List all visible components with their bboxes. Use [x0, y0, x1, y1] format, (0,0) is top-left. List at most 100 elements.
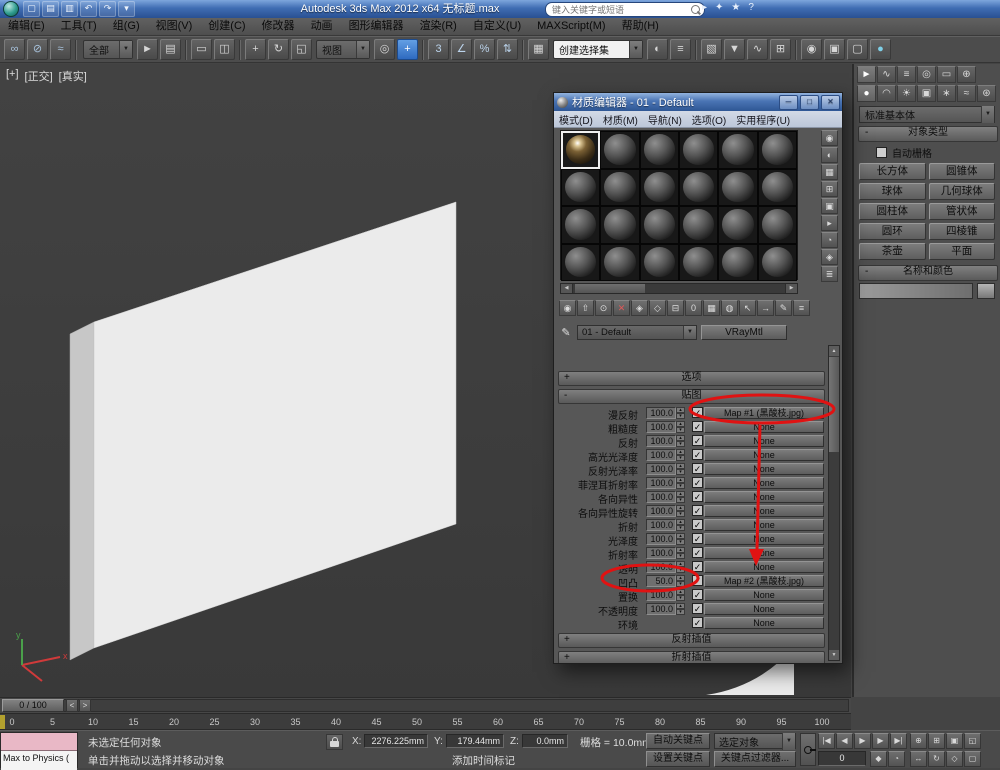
motion-tab-icon[interactable]: ◎ — [917, 66, 936, 83]
map-enable-checkbox[interactable]: ✓ — [692, 449, 703, 460]
selection-set-dropdown[interactable]: 选定对象 ▼ — [714, 732, 796, 750]
chevron-down-icon[interactable]: ▼ — [629, 41, 642, 58]
chevron-down-icon[interactable]: ▼ — [119, 41, 132, 58]
macro-recorder-field[interactable] — [1, 733, 77, 751]
display-tab-icon[interactable]: ▭ — [937, 66, 956, 83]
selection-lock-icon[interactable] — [326, 734, 343, 750]
object-type-button[interactable]: 圆锥体 — [928, 163, 995, 180]
chevron-down-icon[interactable]: ▼ — [782, 732, 795, 750]
spinner-down-icon[interactable]: ▾ — [676, 441, 685, 447]
set-key-button[interactable]: 设置关键点 — [646, 751, 710, 767]
geometry-category-icon[interactable]: ● — [857, 85, 876, 102]
material-sample-slot[interactable] — [561, 131, 601, 169]
object-type-button[interactable]: 圆环 — [859, 223, 926, 240]
material-map-browser-icon[interactable]: ≡ — [793, 300, 810, 316]
open-file-icon[interactable]: ▤ — [42, 1, 59, 17]
pick-material-icon[interactable]: ✎ — [559, 326, 573, 339]
menu-item[interactable]: 工具(T) — [53, 18, 105, 35]
material-editor-menu-item[interactable]: 选项(O) — [692, 112, 726, 127]
rollout-object-type[interactable]: - 对象类型 — [858, 126, 998, 142]
expand-icon[interactable]: + — [564, 634, 570, 645]
helpers-category-icon[interactable]: ∗ — [937, 85, 956, 102]
map-slot-button[interactable]: Map #2 (黑酸枝.jpg) — [704, 575, 824, 587]
lights-category-icon[interactable]: ☀ — [897, 85, 916, 102]
unlink-selection-icon[interactable]: ⊘ — [27, 39, 48, 60]
hierarchy-tab-icon[interactable]: ≡ — [897, 66, 916, 83]
next-frame-mini-button[interactable]: > — [79, 699, 91, 712]
map-enable-checkbox[interactable]: ✓ — [692, 533, 703, 544]
spinner-down-icon[interactable]: ▾ — [676, 539, 685, 545]
get-material-icon[interactable]: ◉ — [559, 300, 576, 316]
curve-editor-icon[interactable]: ∿ — [747, 39, 768, 60]
material-sample-slot[interactable] — [678, 206, 719, 244]
scroll-left-icon[interactable]: ◀ — [561, 284, 573, 293]
map-slot-button[interactable]: None — [704, 463, 824, 475]
viewport-general-menu[interactable]: [+] — [6, 68, 19, 84]
select-and-scale-icon[interactable]: ◱ — [291, 39, 312, 60]
menu-item[interactable]: 动画 — [303, 18, 341, 35]
category-dropdown[interactable]: 标准基本体 ▼ — [859, 106, 995, 123]
backlight-icon[interactable]: ◐ — [821, 147, 838, 163]
window-crossing-icon[interactable]: ◫ — [214, 39, 235, 60]
spinner-down-icon[interactable]: ▾ — [676, 427, 685, 433]
material-editor-icon[interactable]: ◉ — [801, 39, 822, 60]
material-sample-slot[interactable] — [678, 168, 719, 206]
fov-icon[interactable]: ◇ — [946, 751, 963, 767]
key-mode-toggle-icon[interactable]: ◆ — [870, 751, 887, 767]
scrollbar-thumb[interactable] — [575, 284, 645, 293]
map-slot-button[interactable]: None — [704, 505, 824, 517]
close-button[interactable]: ✕ — [821, 94, 840, 110]
menu-item[interactable]: 视图(V) — [148, 18, 201, 35]
selection-filter-dropdown[interactable]: 全部 ▼ — [83, 40, 133, 59]
spinner-down-icon[interactable]: ▾ — [676, 455, 685, 461]
menu-item[interactable]: 帮助(H) — [614, 18, 667, 35]
video-color-check-icon[interactable]: ▣ — [821, 198, 838, 214]
select-by-name-icon[interactable]: ▤ — [160, 39, 181, 60]
search-input[interactable] — [550, 3, 691, 16]
rendered-frame-icon[interactable]: ▢ — [847, 39, 868, 60]
show-map-in-viewport-icon[interactable]: ▦ — [703, 300, 720, 316]
material-editor-menu-item[interactable]: 模式(D) — [559, 112, 593, 127]
render-setup-icon[interactable]: ▣ — [824, 39, 845, 60]
spinner-down-icon[interactable]: ▾ — [676, 483, 685, 489]
map-slot-button[interactable]: None — [704, 449, 824, 461]
map-slot-button[interactable]: None — [704, 519, 824, 531]
material-sample-slot[interactable] — [639, 206, 679, 244]
material-id-channel-icon[interactable]: 0 — [685, 300, 702, 316]
map-enable-checkbox[interactable]: ✓ — [692, 561, 703, 572]
spinner-down-icon[interactable]: ▾ — [676, 609, 685, 615]
rollout-refract-interpolation[interactable]: + 折射插值 — [558, 651, 825, 663]
menu-item[interactable]: 渲染(R) — [412, 18, 465, 35]
percent-snap-icon[interactable]: % — [474, 39, 495, 60]
map-enable-checkbox[interactable]: ✓ — [692, 617, 703, 628]
scrollbar-thumb[interactable] — [829, 357, 839, 452]
spinner-down-icon[interactable]: ▾ — [676, 511, 685, 517]
go-to-end-button[interactable]: ▶| — [890, 733, 907, 749]
snaps-toggle-icon[interactable]: 3 — [428, 39, 449, 60]
collapse-icon[interactable]: - — [865, 266, 868, 278]
map-enable-checkbox[interactable]: ✓ — [692, 407, 703, 418]
new-file-icon[interactable]: ▢ — [23, 1, 40, 17]
spinner-down-icon[interactable]: ▾ — [676, 525, 685, 531]
rollout-scrollbar[interactable]: ▲ ▼ — [828, 345, 840, 661]
map-slot-button[interactable]: None — [704, 589, 824, 601]
viewport-shading-menu[interactable]: [真实] — [59, 68, 87, 84]
next-frame-button[interactable]: ▶ — [872, 733, 889, 749]
mirror-icon[interactable]: ◐ — [647, 39, 668, 60]
z-coord-field[interactable]: 0.0mm — [522, 734, 568, 748]
sample-slots-scrollbar[interactable]: ◀ ▶ — [560, 283, 798, 294]
map-slot-button[interactable]: None — [704, 561, 824, 573]
map-enable-checkbox[interactable]: ✓ — [692, 589, 703, 600]
go-to-start-button[interactable]: |◀ — [818, 733, 835, 749]
previous-frame-mini-button[interactable]: < — [66, 699, 78, 712]
spinner-down-icon[interactable]: ▾ — [676, 413, 685, 419]
wall-front-face[interactable] — [93, 201, 457, 649]
save-file-icon[interactable]: ▥ — [61, 1, 78, 17]
space-warps-category-icon[interactable]: ≈ — [957, 85, 976, 102]
redo-icon[interactable]: ↷ — [99, 1, 116, 17]
go-forward-sibling-icon[interactable]: → — [757, 300, 774, 316]
map-slot-button[interactable]: Map #1 (黑酸枝.jpg) — [704, 407, 824, 419]
chevron-down-icon[interactable]: ▼ — [981, 106, 994, 123]
time-slider-track[interactable] — [2, 699, 849, 712]
rollout-maps[interactable]: - 贴图 — [558, 389, 825, 404]
